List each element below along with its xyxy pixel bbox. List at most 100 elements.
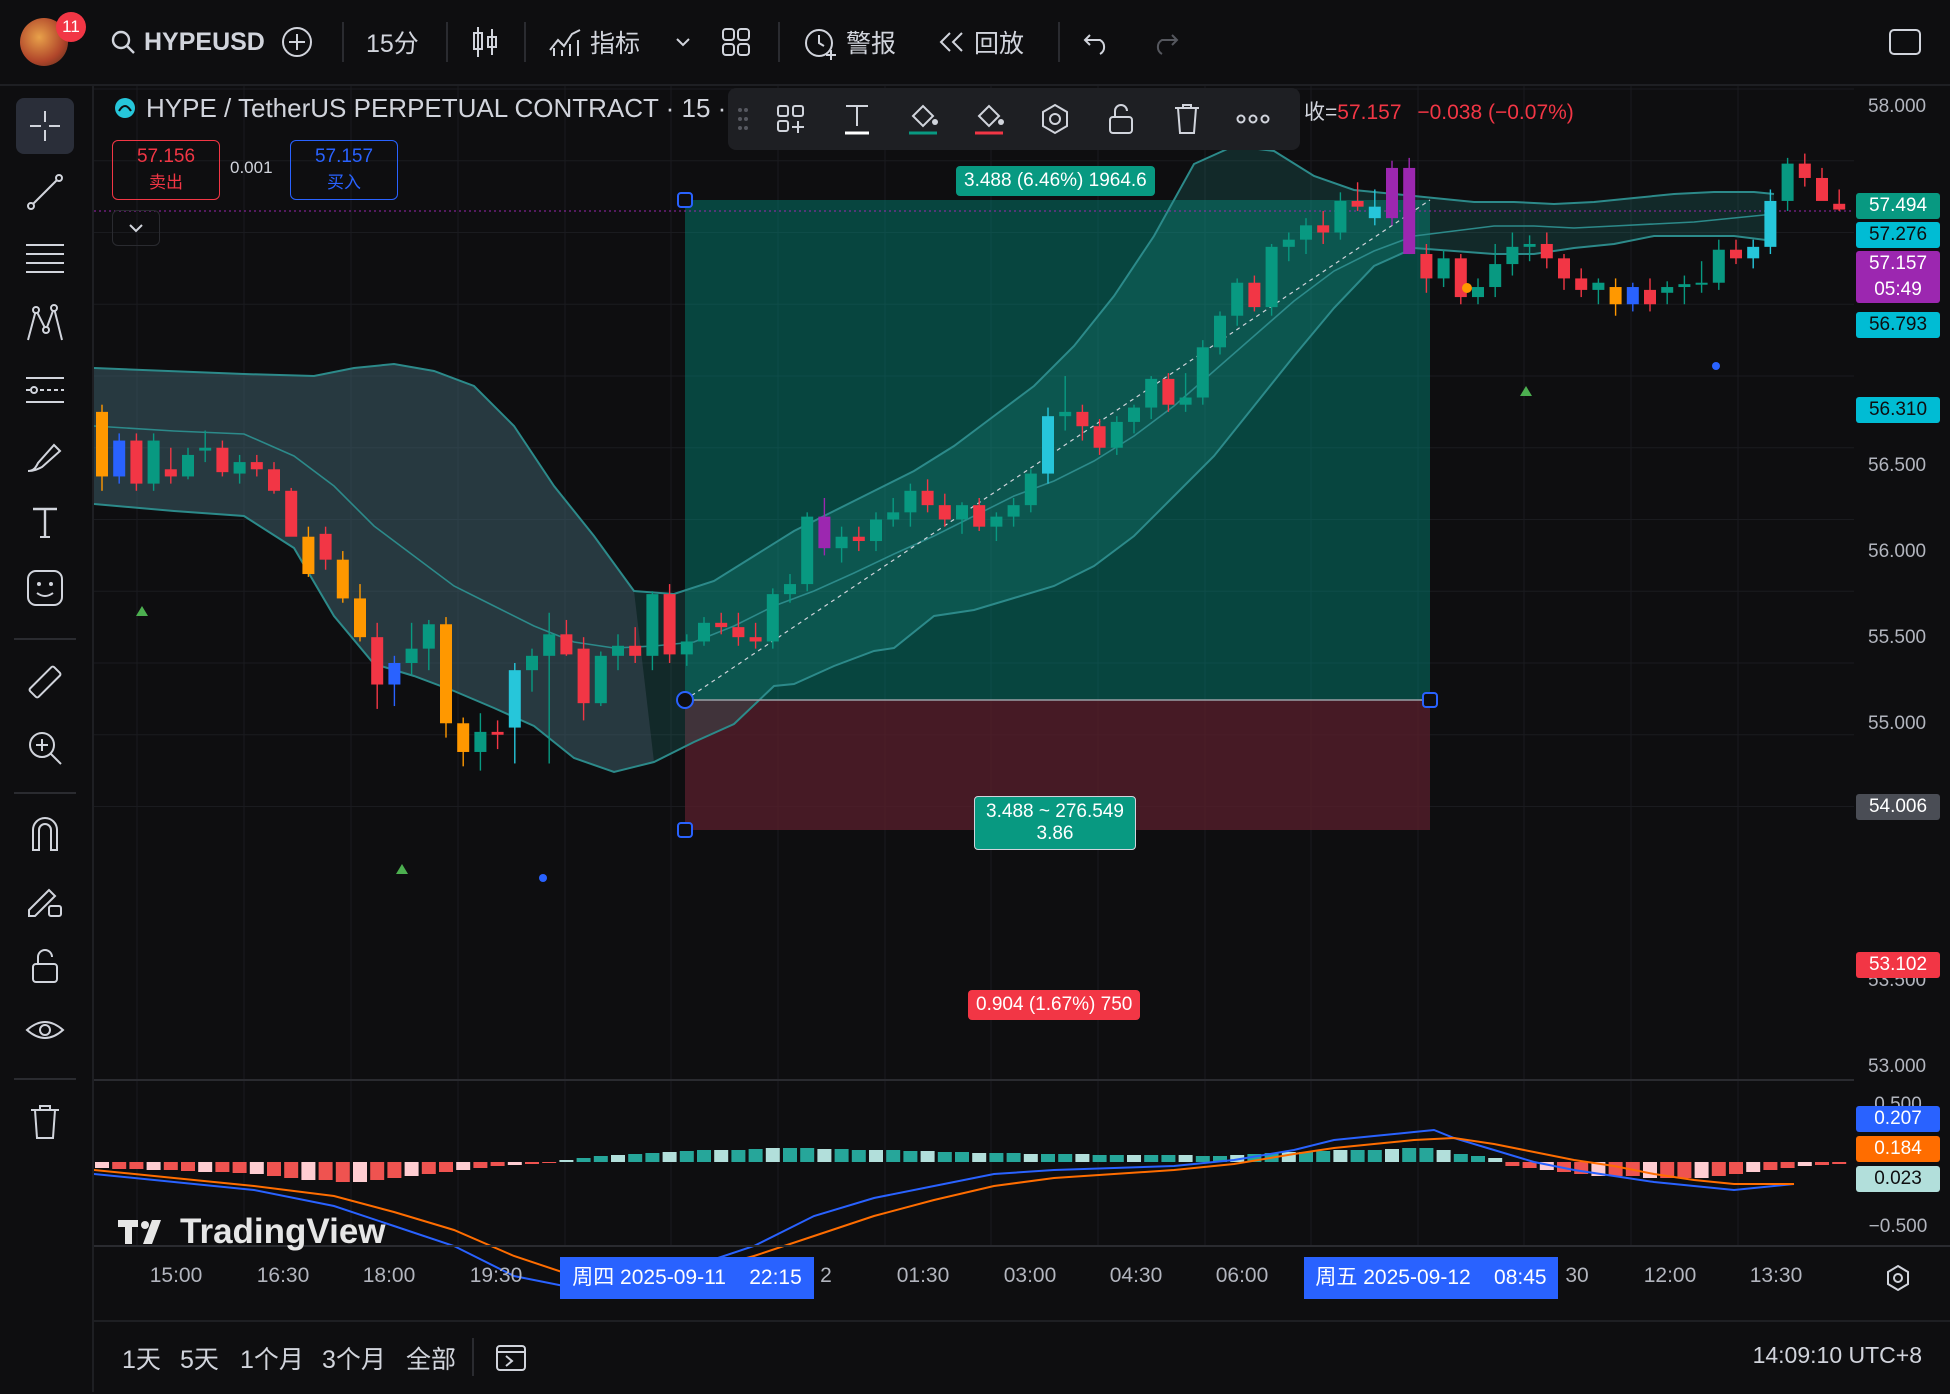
- indicators-button[interactable]: 指标: [548, 22, 640, 62]
- candle-body: [1196, 347, 1209, 398]
- crosshair-tool[interactable]: [16, 98, 74, 154]
- chart-settings-button[interactable]: [1884, 1264, 1912, 1297]
- window-icon: [1889, 29, 1921, 55]
- candle-body: [319, 533, 332, 560]
- histogram-bar: [112, 1162, 127, 1169]
- measure-tool[interactable]: [16, 654, 74, 710]
- icon-tool[interactable]: [16, 560, 74, 616]
- candle-body: [440, 624, 452, 724]
- floating-drawing-toolbar[interactable]: [728, 88, 1300, 150]
- candle-body: [1798, 163, 1811, 178]
- candle-body: [336, 559, 349, 599]
- more-button[interactable]: [1220, 88, 1286, 150]
- delete-button[interactable]: [1154, 88, 1220, 150]
- candle-body: [1300, 225, 1312, 240]
- interval-button[interactable]: 15分: [366, 22, 419, 62]
- remove-drawings-tool[interactable]: [16, 1094, 74, 1150]
- trend-line-tool[interactable]: [16, 164, 74, 220]
- candle-body: [1093, 426, 1106, 448]
- time-tick: 19:30: [469, 1264, 523, 1287]
- candle-body: [1076, 411, 1089, 427]
- candle-body: [285, 490, 298, 537]
- text-tool[interactable]: [16, 494, 74, 550]
- layouts-button[interactable]: [720, 22, 752, 62]
- histogram-bar: [95, 1162, 109, 1168]
- templates-button[interactable]: [758, 88, 824, 150]
- price-label: 57.157 05:49: [1856, 251, 1940, 303]
- stop-color-button[interactable]: [956, 88, 1022, 150]
- candle-body: [147, 440, 160, 484]
- candle-body: [233, 462, 246, 474]
- symbol-search-button[interactable]: HYPEUSD: [110, 22, 265, 62]
- indicators-icon: [549, 29, 581, 56]
- histogram-bar: [576, 1158, 591, 1162]
- zoom-in-tool[interactable]: [16, 720, 74, 776]
- tradingview-watermark: TradingView: [118, 1212, 386, 1252]
- lock-drawings-tool[interactable]: [16, 938, 74, 994]
- text-color-button[interactable]: [824, 88, 890, 150]
- lock-button[interactable]: [1088, 88, 1154, 150]
- position-center-label-line2: 3.86: [1036, 823, 1074, 844]
- candle-body: [1351, 200, 1364, 207]
- fill-color-button[interactable]: [890, 88, 956, 150]
- candle-body: [680, 641, 693, 655]
- candle-body: [302, 536, 315, 575]
- goto-date-button[interactable]: [494, 1340, 528, 1379]
- compare-symbol-button[interactable]: [280, 22, 314, 62]
- candle-body: [1730, 249, 1742, 259]
- buy-button[interactable]: 57.157 买入: [290, 140, 398, 200]
- position-handle-top[interactable]: [677, 192, 693, 208]
- candle-body: [1042, 416, 1054, 474]
- range-1m-button[interactable]: 1个月: [240, 1340, 304, 1376]
- redo-button[interactable]: [1150, 22, 1180, 62]
- chart-type-button[interactable]: [470, 22, 500, 62]
- histogram-bar: [215, 1162, 230, 1172]
- symbol-name: HYPEUSD: [144, 27, 265, 56]
- alerts-button[interactable]: 警报: [802, 22, 896, 62]
- stay-in-drawing-tool[interactable]: [16, 872, 74, 928]
- candle-body: [1317, 225, 1330, 233]
- candle-body: [1747, 246, 1760, 259]
- macd-axis-label: 0.184: [1856, 1136, 1940, 1162]
- undo-button[interactable]: [1082, 22, 1112, 62]
- drag-handle[interactable]: [728, 88, 758, 150]
- range-1d-button[interactable]: 1天: [122, 1340, 161, 1376]
- pattern-tool[interactable]: [16, 296, 74, 352]
- price-label-value: 56.793: [1868, 314, 1928, 335]
- settings-button[interactable]: [1022, 88, 1088, 150]
- candle-body: [474, 731, 487, 752]
- paint-bucket-icon: [975, 104, 1004, 135]
- chart-area[interactable]: HYPE / TetherUS PERPETUAL CONTRACT · 15 …: [94, 86, 1950, 1318]
- histogram-bar: [1608, 1162, 1623, 1176]
- fib-tool[interactable]: [16, 230, 74, 286]
- price-label: 56.793: [1856, 312, 1940, 338]
- histogram-bar: [456, 1162, 471, 1170]
- position-handle-bottom[interactable]: [677, 822, 693, 838]
- indicators-dropdown[interactable]: [674, 22, 692, 62]
- time-tick: 03:00: [1003, 1264, 1057, 1287]
- candle-body: [1179, 397, 1192, 405]
- range-5d-button[interactable]: 5天: [180, 1340, 219, 1376]
- candle-body: [199, 447, 212, 451]
- forecast-tool[interactable]: [16, 362, 74, 418]
- symbol-legend[interactable]: HYPE / TetherUS PERPETUAL CONTRACT · 15 …: [114, 90, 726, 126]
- price-tick: 58.000: [1868, 96, 1927, 117]
- fullscreen-button[interactable]: [1888, 22, 1922, 62]
- legend-collapse-button[interactable]: [112, 210, 160, 246]
- time-axis-end-label: 周五 2025-09-12 08:45: [1304, 1257, 1558, 1299]
- position-handle-entry[interactable]: [676, 691, 694, 709]
- replay-button[interactable]: 回放: [936, 22, 1024, 62]
- range-3m-button[interactable]: 3个月: [322, 1340, 386, 1376]
- sell-button[interactable]: 57.156 卖出: [112, 140, 220, 200]
- range-all-button[interactable]: 全部: [406, 1340, 456, 1376]
- position-handle-right[interactable]: [1422, 692, 1438, 708]
- histogram-bar: [421, 1162, 436, 1174]
- macd-histogram: [95, 1148, 1847, 1182]
- brush-tool[interactable]: [16, 428, 74, 484]
- hide-drawings-tool[interactable]: [16, 1004, 74, 1060]
- magnet-tool[interactable]: [16, 806, 74, 862]
- candle-body: [904, 490, 917, 513]
- chevron-down-icon: [676, 38, 690, 47]
- clock-readout[interactable]: 14:09:10 UTC+8: [1753, 1342, 1922, 1369]
- price-chart-canvas[interactable]: [94, 86, 1950, 1318]
